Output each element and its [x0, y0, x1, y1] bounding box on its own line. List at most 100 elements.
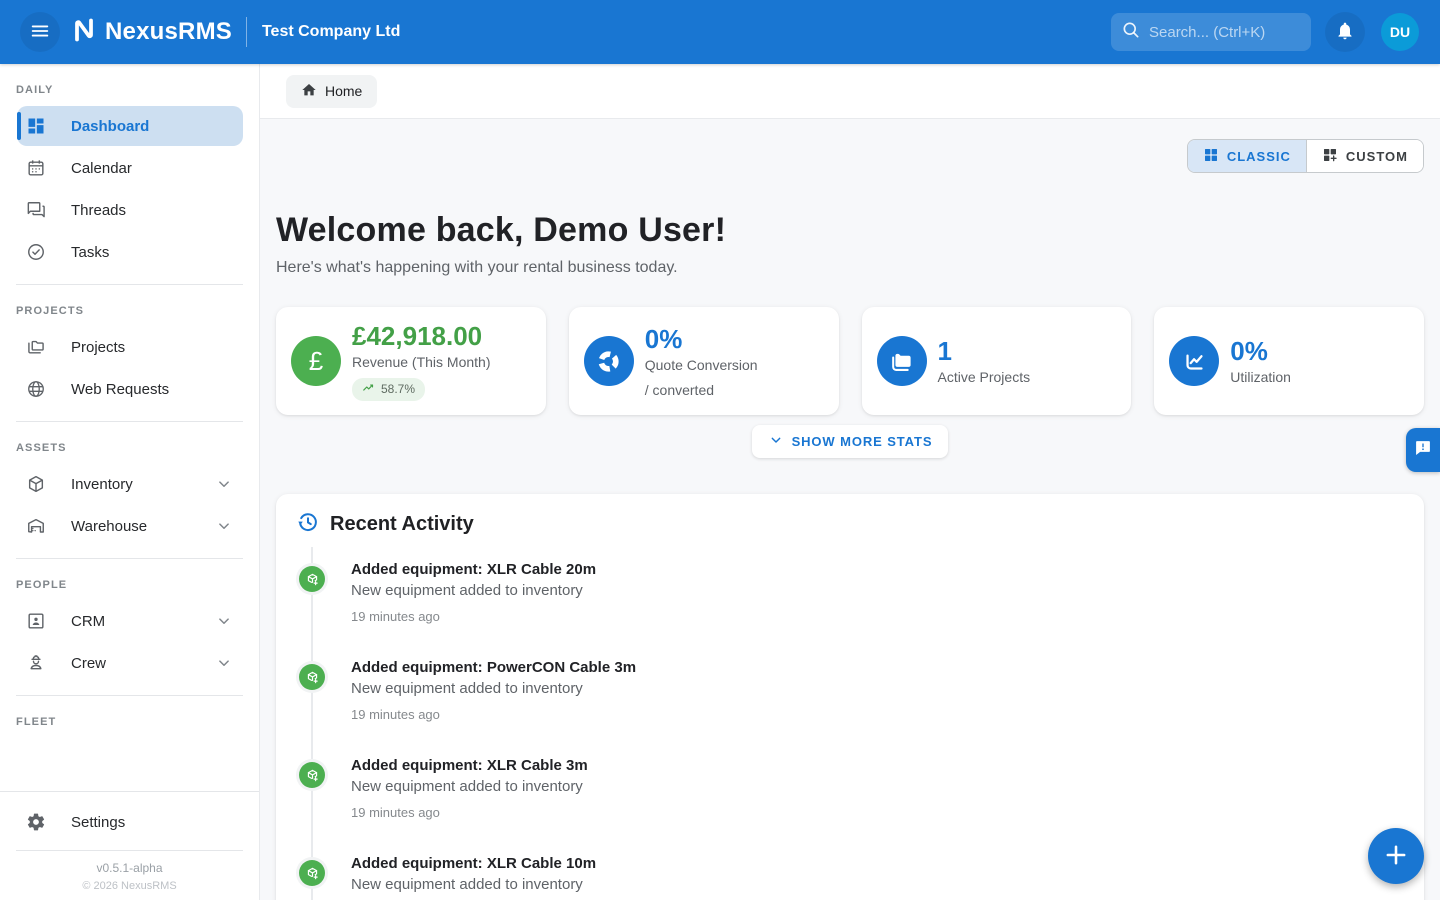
- stat-value: 1: [938, 337, 1031, 365]
- equipment-added-icon: [296, 857, 328, 889]
- tasks-icon: [26, 242, 46, 262]
- folder-icon: [877, 336, 927, 386]
- activity-item-title: Added equipment: XLR Cable 20m: [351, 561, 596, 578]
- stats-row: £ £42,918.00 Revenue (This Month) 58.7% …: [276, 307, 1424, 415]
- classic-label: CLASSIC: [1227, 149, 1291, 164]
- sidebar-item-dashboard[interactable]: Dashboard: [17, 106, 243, 146]
- sidebar-item-label: Inventory: [71, 476, 133, 493]
- crew-worker-icon: [26, 653, 46, 673]
- topbar-divider: [246, 17, 247, 47]
- activity-timeline: Added equipment: XLR Cable 20m New equip…: [296, 561, 1400, 900]
- breadcrumb-home[interactable]: Home: [286, 75, 377, 108]
- activity-item-description: New equipment added to inventory: [351, 582, 596, 599]
- custom-label: CUSTOM: [1346, 149, 1408, 164]
- show-more-stats-label: SHOW MORE STATS: [792, 434, 933, 449]
- chevron-down-icon[interactable]: [215, 475, 233, 493]
- line-chart-icon: [1169, 336, 1219, 386]
- chevron-down-icon: [768, 432, 784, 451]
- activity-item-title: Added equipment: XLR Cable 3m: [351, 757, 588, 774]
- section-label-daily: DAILY: [0, 64, 259, 104]
- sidebar-item-calendar[interactable]: Calendar: [17, 148, 243, 188]
- sidebar-item-label: Web Requests: [71, 381, 169, 398]
- page-subtitle: Here's what's happening with your rental…: [276, 259, 1424, 277]
- breadcrumb-home-label: Home: [325, 83, 362, 99]
- stat-value: 0%: [645, 325, 758, 353]
- sidebar-item-warehouse[interactable]: Warehouse: [17, 506, 243, 546]
- stat-card-quote-conversion[interactable]: 0% Quote Conversion / converted: [569, 307, 839, 415]
- pound-currency-icon: £: [291, 336, 341, 386]
- stat-label: Utilization: [1230, 369, 1291, 385]
- search-input[interactable]: [1149, 24, 1299, 41]
- stat-card-revenue[interactable]: £ £42,918.00 Revenue (This Month) 58.7%: [276, 307, 546, 415]
- chevron-down-icon[interactable]: [215, 517, 233, 535]
- gear-icon: [26, 812, 46, 832]
- sidebar-item-web-requests[interactable]: Web Requests: [17, 369, 243, 409]
- sidebar-item-label: Calendar: [71, 160, 132, 177]
- history-icon: [296, 510, 320, 539]
- sidebar-item-label: Settings: [71, 814, 125, 831]
- threads-icon: [26, 200, 46, 220]
- sidebar: DAILY Dashboard Calendar Threads Tasks P…: [0, 64, 260, 900]
- feedback-tab[interactable]: [1406, 428, 1440, 472]
- home-icon: [301, 82, 317, 101]
- app-name: NexusRMS: [105, 18, 232, 46]
- section-label-assets: ASSETS: [0, 422, 259, 462]
- activity-item-description: New equipment added to inventory: [351, 680, 636, 697]
- bell-icon: [1335, 21, 1355, 44]
- classic-view-button[interactable]: CLASSIC: [1188, 140, 1306, 172]
- sidebar-item-projects[interactable]: Projects: [17, 327, 243, 367]
- version-block: v0.5.1-alpha © 2026 NexusRMS: [0, 851, 259, 900]
- menu-button[interactable]: [20, 12, 60, 52]
- chevron-down-icon[interactable]: [215, 612, 233, 630]
- activity-item-description: New equipment added to inventory: [351, 876, 596, 893]
- topbar: NexusRMS Test Company Ltd DU: [0, 0, 1440, 64]
- stat-label: Active Projects: [938, 369, 1031, 385]
- sidebar-item-label: Crew: [71, 655, 106, 672]
- activity-list-item[interactable]: Added equipment: XLR Cable 20m New equip…: [296, 561, 1400, 624]
- sidebar-item-crm[interactable]: CRM: [17, 601, 243, 641]
- chevron-down-icon[interactable]: [215, 654, 233, 672]
- sidebar-item-threads[interactable]: Threads: [17, 190, 243, 230]
- custom-view-button[interactable]: CUSTOM: [1306, 140, 1423, 172]
- calendar-icon: [26, 158, 46, 178]
- dashboard-view-toggle: CLASSIC CUSTOM: [276, 139, 1424, 173]
- activity-item-title: Added equipment: PowerCON Cable 3m: [351, 659, 636, 676]
- stat-card-utilization[interactable]: 0% Utilization: [1154, 307, 1424, 415]
- activity-item-title: Added equipment: XLR Cable 10m: [351, 855, 596, 872]
- user-avatar[interactable]: DU: [1381, 13, 1419, 51]
- warehouse-icon: [26, 516, 46, 536]
- sidebar-item-inventory[interactable]: Inventory: [17, 464, 243, 504]
- section-label-people: PEOPLE: [0, 559, 259, 599]
- app-logo[interactable]: NexusRMS: [69, 15, 232, 50]
- activity-list-item[interactable]: Added equipment: PowerCON Cable 3m New e…: [296, 659, 1400, 722]
- activity-list-item[interactable]: Added equipment: XLR Cable 3m New equipm…: [296, 757, 1400, 820]
- section-label-projects: PROJECTS: [0, 285, 259, 325]
- donut-chart-icon: [584, 336, 634, 386]
- crm-contact-icon: [26, 611, 46, 631]
- grid-view-icon: [1203, 147, 1219, 166]
- dashboard-customize-icon: [1322, 147, 1338, 166]
- activity-title: Recent Activity: [330, 513, 474, 536]
- search-icon: [1121, 20, 1141, 45]
- add-new-button[interactable]: [1368, 828, 1424, 884]
- stat-sublabel: / converted: [645, 382, 758, 398]
- app-version: v0.5.1-alpha: [0, 861, 259, 875]
- sidebar-item-crew[interactable]: Crew: [17, 643, 243, 683]
- equipment-added-icon: [296, 661, 328, 693]
- show-more-stats-button[interactable]: SHOW MORE STATS: [752, 425, 949, 458]
- sidebar-item-label: Dashboard: [71, 118, 149, 135]
- notifications-button[interactable]: [1325, 12, 1365, 52]
- activity-item-time: 19 minutes ago: [351, 609, 596, 624]
- global-search[interactable]: [1111, 13, 1311, 51]
- activity-list-item[interactable]: Added equipment: XLR Cable 10m New equip…: [296, 855, 1400, 900]
- stat-card-active-projects[interactable]: 1 Active Projects: [862, 307, 1132, 415]
- sidebar-item-settings[interactable]: Settings: [17, 802, 243, 842]
- nexusrms-logo-icon: [69, 15, 99, 50]
- dashboard-icon: [26, 116, 46, 136]
- sidebar-item-tasks[interactable]: Tasks: [17, 232, 243, 272]
- recent-activity-panel: Recent Activity Added equipment: XLR Cab…: [276, 494, 1424, 900]
- page-title: Welcome back, Demo User!: [276, 211, 1424, 250]
- plus-icon: [1382, 841, 1410, 872]
- trend-value: 58.7%: [381, 382, 415, 396]
- sidebar-item-label: Threads: [71, 202, 126, 219]
